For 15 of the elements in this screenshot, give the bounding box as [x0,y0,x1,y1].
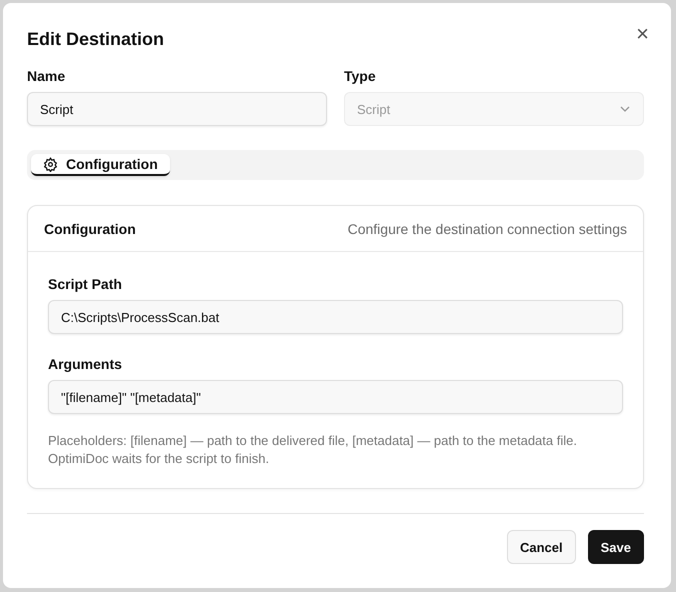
card-title: Configuration [44,220,136,236]
field-label: Type [344,68,377,84]
input-field[interactable]: "[filename]" "[metadata]" [48,380,623,414]
field-label: Script Path [48,276,123,292]
cancel-button[interactable]: Cancel [506,530,576,564]
dialog-title: Edit Destination [27,29,164,50]
field-label: Arguments [48,356,123,372]
save-button[interactable]: Save [588,530,644,564]
help-text: Placeholders: [filename] — path to the delivered file, [metadata] — path to the metadata file. OptimiDoc waits for the script to finish. [48,432,578,468]
tab[interactable]: Configuration [31,154,170,176]
field-label: Name [27,68,66,84]
card-subtitle: Configure the destination connection settings [348,220,627,236]
input-field[interactable]: Script [27,92,327,126]
gear-icon [43,156,58,172]
input-field[interactable]: C:\Scripts\ProcessScan.bat [48,300,623,334]
